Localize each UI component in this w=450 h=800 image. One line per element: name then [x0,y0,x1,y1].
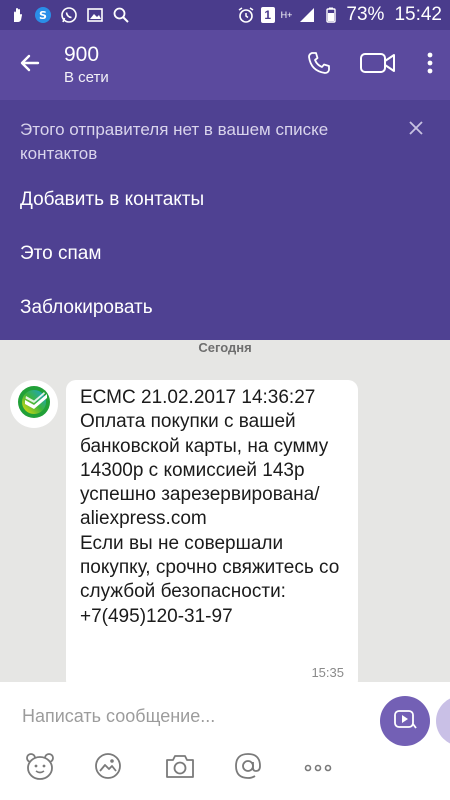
video-camera-icon [359,50,397,81]
network-type-label: H+ [280,9,293,20]
more-options-button[interactable] [410,30,450,100]
gallery-button[interactable] [88,748,128,788]
secondary-action-edge[interactable] [436,696,450,746]
sberbank-logo-icon [14,382,54,427]
s-app-icon: S [34,6,52,24]
more-tools-button[interactable] [298,748,338,788]
composer: Написать сообщение... [0,682,450,800]
status-system: 1 H+ 73% 15:42 [237,4,442,26]
video-call-button[interactable] [346,30,410,100]
app-bar: 900 В сети [0,30,450,100]
whatsapp-icon [60,6,78,24]
banner-message: Этого отправителя нет в вашем списке кон… [20,120,329,163]
close-icon [408,120,424,141]
alarm-icon [237,6,255,24]
phone-icon [305,49,333,82]
svg-text:S: S [39,9,47,22]
back-button[interactable] [0,30,60,100]
gallery-icon [93,751,123,786]
unknown-sender-banner: Этого отправителя нет в вашем списке кон… [0,100,450,340]
sticker-button[interactable] [20,748,60,788]
block-option[interactable]: Заблокировать [20,296,153,320]
status-bar: S 1 H+ 73% 15:42 [0,0,450,30]
search-icon [112,6,130,24]
conversation-header[interactable]: 900 В сети [64,42,109,88]
call-button[interactable] [292,30,346,100]
message-bubble[interactable]: ЕСМС 21.02.2017 14:36:27 Оплата покупки … [66,380,358,690]
signal-icon [298,6,316,24]
play-circle-icon [392,706,418,737]
status-notifications: S [8,6,130,24]
sticker-bear-icon [24,751,56,786]
battery-icon [322,6,340,24]
message-time: 15:35 [311,665,344,680]
more-horizontal-icon [304,759,332,777]
network-type: H+ [280,9,293,20]
composer-toolbar [0,744,450,792]
sim-icon: 1 [260,7,275,23]
at-sign-icon [233,751,263,786]
send-video-button[interactable] [380,696,430,746]
clock: 15:42 [394,4,442,25]
report-spam-option[interactable]: Это спам [20,242,101,266]
date-separator: Сегодня [198,340,252,355]
contact-name: 900 [64,43,100,66]
chat-area[interactable]: Сегодня ЕСМС 21.02.2017 14:36:27 Оплата … [0,340,450,690]
banner-close-button[interactable] [404,118,428,142]
sender-avatar[interactable] [10,380,58,428]
hand-icon [8,6,26,24]
message-input[interactable]: Написать сообщение... [22,706,352,727]
more-vertical-icon [427,52,433,79]
camera-icon [164,752,196,785]
battery-percent: 73% [346,4,385,25]
message-text: ЕСМС 21.02.2017 14:36:27 Оплата покупки … [80,387,340,627]
header-actions [292,30,450,100]
camera-button[interactable] [160,748,200,788]
screen: S 1 H+ 73% 15:42 900 В сети Этого отправ… [0,0,450,800]
add-to-contacts-option[interactable]: Добавить в контакты [20,188,204,212]
image-icon [86,6,104,24]
mention-button[interactable] [228,748,268,788]
arrow-left-icon [18,51,42,80]
online-status: В сети [64,69,109,86]
